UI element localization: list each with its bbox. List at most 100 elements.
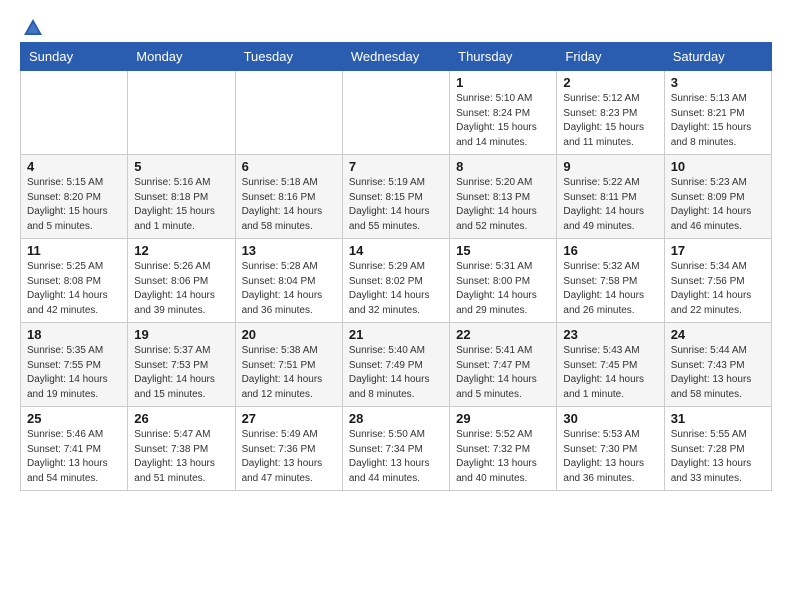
week-row-1: 1 Sunrise: 5:10 AM Sunset: 8:24 PM Daylig…	[21, 71, 772, 155]
day-info: Sunrise: 5:32 AM Sunset: 7:58 PM Dayligh…	[563, 260, 657, 318]
day-number: 28	[349, 411, 443, 426]
day-info: Sunrise: 5:41 AM Sunset: 7:47 PM Dayligh…	[456, 344, 550, 402]
day-info: Sunrise: 5:46 AM Sunset: 7:41 PM Dayligh…	[27, 428, 121, 486]
day-info: Sunrise: 5:18 AM Sunset: 8:16 PM Dayligh…	[242, 176, 336, 234]
calendar-cell: 16 Sunrise: 5:32 AM Sunset: 7:58 PM Dayli…	[557, 239, 664, 323]
day-info: Sunrise: 5:29 AM Sunset: 8:02 PM Dayligh…	[349, 260, 443, 318]
day-number: 5	[134, 159, 228, 174]
day-info: Sunrise: 5:10 AM Sunset: 8:24 PM Dayligh…	[456, 92, 550, 150]
day-info: Sunrise: 5:53 AM Sunset: 7:30 PM Dayligh…	[563, 428, 657, 486]
calendar-cell: 2 Sunrise: 5:12 AM Sunset: 8:23 PM Daylig…	[557, 71, 664, 155]
day-info: Sunrise: 5:19 AM Sunset: 8:15 PM Dayligh…	[349, 176, 443, 234]
week-row-5: 25 Sunrise: 5:46 AM Sunset: 7:41 PM Dayli…	[21, 407, 772, 491]
logo	[20, 16, 44, 34]
day-info: Sunrise: 5:20 AM Sunset: 8:13 PM Dayligh…	[456, 176, 550, 234]
day-info: Sunrise: 5:28 AM Sunset: 8:04 PM Dayligh…	[242, 260, 336, 318]
calendar-cell: 24 Sunrise: 5:44 AM Sunset: 7:43 PM Dayli…	[664, 323, 771, 407]
calendar-cell	[128, 71, 235, 155]
day-number: 17	[671, 243, 765, 258]
day-header-saturday: Saturday	[664, 43, 771, 71]
calendar-table: SundayMondayTuesdayWednesdayThursdayFrid…	[20, 42, 772, 491]
day-info: Sunrise: 5:50 AM Sunset: 7:34 PM Dayligh…	[349, 428, 443, 486]
day-header-tuesday: Tuesday	[235, 43, 342, 71]
calendar-cell: 5 Sunrise: 5:16 AM Sunset: 8:18 PM Daylig…	[128, 155, 235, 239]
day-info: Sunrise: 5:49 AM Sunset: 7:36 PM Dayligh…	[242, 428, 336, 486]
day-number: 6	[242, 159, 336, 174]
calendar-cell: 23Sunrise: 5:43 AM Sunset: 7:45 PM Dayli…	[557, 323, 664, 407]
day-number: 10	[671, 159, 765, 174]
calendar-cell: 8 Sunrise: 5:20 AM Sunset: 8:13 PM Daylig…	[450, 155, 557, 239]
day-info: Sunrise: 5:35 AM Sunset: 7:55 PM Dayligh…	[27, 344, 121, 402]
day-number: 22	[456, 327, 550, 342]
calendar-cell: 12 Sunrise: 5:26 AM Sunset: 8:06 PM Dayli…	[128, 239, 235, 323]
day-number: 23	[563, 327, 657, 342]
day-number: 29	[456, 411, 550, 426]
calendar-cell: 7 Sunrise: 5:19 AM Sunset: 8:15 PM Daylig…	[342, 155, 449, 239]
calendar-cell	[235, 71, 342, 155]
day-number: 21	[349, 327, 443, 342]
day-number: 19	[134, 327, 228, 342]
day-number: 18	[27, 327, 121, 342]
day-info: Sunrise: 5:15 AM Sunset: 8:20 PM Dayligh…	[27, 176, 121, 234]
calendar-cell: 10 Sunrise: 5:23 AM Sunset: 8:09 PM Dayli…	[664, 155, 771, 239]
day-header-monday: Monday	[128, 43, 235, 71]
calendar-cell: 30 Sunrise: 5:53 AM Sunset: 7:30 PM Dayli…	[557, 407, 664, 491]
day-info: Sunrise: 5:40 AM Sunset: 7:49 PM Dayligh…	[349, 344, 443, 402]
day-number: 31	[671, 411, 765, 426]
day-number: 3	[671, 75, 765, 90]
logo-icon	[22, 16, 44, 38]
calendar-cell: 19 Sunrise: 5:37 AM Sunset: 7:53 PM Dayli…	[128, 323, 235, 407]
day-info: Sunrise: 5:22 AM Sunset: 8:11 PM Dayligh…	[563, 176, 657, 234]
day-info: Sunrise: 5:16 AM Sunset: 8:18 PM Dayligh…	[134, 176, 228, 234]
day-number: 7	[349, 159, 443, 174]
calendar-cell: 1 Sunrise: 5:10 AM Sunset: 8:24 PM Daylig…	[450, 71, 557, 155]
day-header-sunday: Sunday	[21, 43, 128, 71]
header	[20, 16, 772, 34]
day-info: Sunrise: 5:34 AM Sunset: 7:56 PM Dayligh…	[671, 260, 765, 318]
day-header-wednesday: Wednesday	[342, 43, 449, 71]
day-info: Sunrise: 5:13 AM Sunset: 8:21 PM Dayligh…	[671, 92, 765, 150]
day-number: 8	[456, 159, 550, 174]
day-number: 27	[242, 411, 336, 426]
week-row-3: 11Sunrise: 5:25 AM Sunset: 8:08 PM Dayli…	[21, 239, 772, 323]
day-info: Sunrise: 5:26 AM Sunset: 8:06 PM Dayligh…	[134, 260, 228, 318]
calendar-cell: 25 Sunrise: 5:46 AM Sunset: 7:41 PM Dayli…	[21, 407, 128, 491]
day-info: Sunrise: 5:38 AM Sunset: 7:51 PM Dayligh…	[242, 344, 336, 402]
day-info: Sunrise: 5:23 AM Sunset: 8:09 PM Dayligh…	[671, 176, 765, 234]
calendar-cell: 6 Sunrise: 5:18 AM Sunset: 8:16 PM Daylig…	[235, 155, 342, 239]
day-info: Sunrise: 5:12 AM Sunset: 8:23 PM Dayligh…	[563, 92, 657, 150]
calendar-cell: 11Sunrise: 5:25 AM Sunset: 8:08 PM Dayli…	[21, 239, 128, 323]
calendar-cell: 9 Sunrise: 5:22 AM Sunset: 8:11 PM Daylig…	[557, 155, 664, 239]
day-number: 24	[671, 327, 765, 342]
calendar-cell	[342, 71, 449, 155]
day-number: 11	[27, 243, 121, 258]
day-number: 9	[563, 159, 657, 174]
day-number: 25	[27, 411, 121, 426]
calendar-cell: 14 Sunrise: 5:29 AM Sunset: 8:02 PM Dayli…	[342, 239, 449, 323]
calendar-cell: 13 Sunrise: 5:28 AM Sunset: 8:04 PM Dayli…	[235, 239, 342, 323]
day-info: Sunrise: 5:37 AM Sunset: 7:53 PM Dayligh…	[134, 344, 228, 402]
day-number: 12	[134, 243, 228, 258]
day-number: 4	[27, 159, 121, 174]
week-row-2: 4 Sunrise: 5:15 AM Sunset: 8:20 PM Daylig…	[21, 155, 772, 239]
day-info: Sunrise: 5:44 AM Sunset: 7:43 PM Dayligh…	[671, 344, 765, 402]
calendar-cell: 22 Sunrise: 5:41 AM Sunset: 7:47 PM Dayli…	[450, 323, 557, 407]
header-row: SundayMondayTuesdayWednesdayThursdayFrid…	[21, 43, 772, 71]
calendar-cell: 18 Sunrise: 5:35 AM Sunset: 7:55 PM Dayli…	[21, 323, 128, 407]
day-number: 14	[349, 243, 443, 258]
day-number: 20	[242, 327, 336, 342]
day-number: 15	[456, 243, 550, 258]
day-number: 13	[242, 243, 336, 258]
day-info: Sunrise: 5:47 AM Sunset: 7:38 PM Dayligh…	[134, 428, 228, 486]
day-number: 2	[563, 75, 657, 90]
day-info: Sunrise: 5:31 AM Sunset: 8:00 PM Dayligh…	[456, 260, 550, 318]
day-header-friday: Friday	[557, 43, 664, 71]
calendar-cell: 26Sunrise: 5:47 AM Sunset: 7:38 PM Dayli…	[128, 407, 235, 491]
day-info: Sunrise: 5:55 AM Sunset: 7:28 PM Dayligh…	[671, 428, 765, 486]
calendar-cell: 29Sunrise: 5:52 AM Sunset: 7:32 PM Dayli…	[450, 407, 557, 491]
calendar-cell	[21, 71, 128, 155]
day-number: 16	[563, 243, 657, 258]
day-number: 1	[456, 75, 550, 90]
calendar-cell: 21 Sunrise: 5:40 AM Sunset: 7:49 PM Dayli…	[342, 323, 449, 407]
day-number: 30	[563, 411, 657, 426]
